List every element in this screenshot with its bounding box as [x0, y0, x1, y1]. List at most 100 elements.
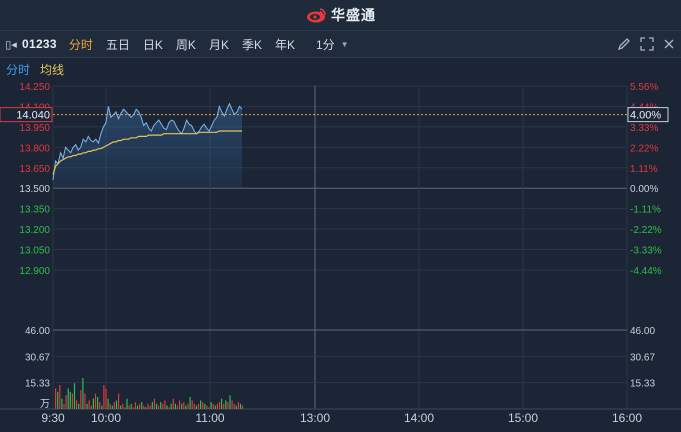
- volume-bar: [147, 403, 149, 409]
- volume-bar: [176, 405, 179, 409]
- volume-bar: [105, 388, 107, 409]
- volume-bar: [76, 400, 78, 409]
- volume-bar: [111, 405, 113, 409]
- tab-weekly-k[interactable]: 周K: [176, 36, 196, 53]
- volume-bar: [132, 407, 134, 409]
- volume-bar: [126, 398, 128, 409]
- legend-average-line: 均线: [40, 63, 65, 77]
- volume-bar: [120, 405, 122, 409]
- tab-five-day[interactable]: 五日: [106, 36, 130, 53]
- pct-tick-label: -3.33%: [630, 246, 662, 257]
- volume-bar: [65, 395, 67, 409]
- volume-unit-label: 万: [40, 399, 50, 410]
- volume-bar: [78, 403, 80, 409]
- volume-bar: [204, 403, 206, 409]
- price-tick-label: 13.050: [19, 246, 50, 257]
- volume-bar: [130, 403, 132, 409]
- volume-bar: [109, 403, 111, 409]
- volume-bar: [118, 393, 120, 409]
- volume-bar: [128, 405, 130, 409]
- tab-intraday[interactable]: 分时: [69, 36, 93, 53]
- volume-bar: [197, 403, 200, 409]
- pct-tick-label: 5.56%: [630, 82, 658, 93]
- time-tick-label: 11:00: [195, 411, 224, 425]
- pct-tick-label: 2.22%: [630, 143, 658, 154]
- volume-bar: [229, 395, 231, 409]
- time-tick-label: 10:00: [91, 411, 121, 425]
- volume-bar: [210, 402, 212, 409]
- chart-canvas: 14.2505.56%14.1004.44%13.9503.33%13.8002…: [0, 78, 681, 432]
- volume-bar: [168, 407, 170, 409]
- pct-tick-label: -4.44%: [630, 266, 662, 277]
- volume-bar: [92, 398, 94, 409]
- price-tick-label: 13.200: [19, 225, 50, 236]
- volume-bar: [200, 400, 202, 409]
- volume-tick-label: 46.00: [25, 326, 50, 337]
- volume-bar: [218, 402, 221, 409]
- tab-daily-k[interactable]: 日K: [143, 36, 163, 53]
- volume-bar: [139, 403, 141, 409]
- volume-bar: [82, 378, 84, 409]
- current-pct-label: 4.00%: [630, 110, 661, 122]
- volume-bar: [183, 402, 185, 409]
- volume-bar: [223, 403, 225, 409]
- volume-bar: [181, 403, 183, 409]
- volume-bar: [67, 388, 69, 409]
- volume-bar: [164, 400, 166, 409]
- brand-logo-icon: [307, 8, 326, 23]
- volume-bar: [80, 390, 82, 409]
- tab-yearly-k[interactable]: 年K: [275, 36, 295, 53]
- volume-bar: [193, 403, 195, 409]
- interval-dropdown[interactable]: 1分 ▼: [316, 36, 349, 53]
- intraday-chart[interactable]: 14.2505.56%14.1004.44%13.9503.33%13.8002…: [0, 78, 681, 432]
- time-tick-label: 15:00: [508, 411, 538, 425]
- expand-icon[interactable]: [640, 37, 654, 51]
- pencil-icon[interactable]: [617, 37, 631, 51]
- time-tick-label: 13:00: [300, 411, 330, 425]
- volume-bar: [57, 391, 59, 409]
- chart-toolbar: ▯◂ 01233 分时 五日 日K 周K 月K 季K 年K 1分 ▼: [0, 30, 681, 58]
- volume-bar: [90, 405, 92, 409]
- volume-bar: [88, 400, 90, 409]
- price-tick-label: 13.800: [19, 143, 50, 154]
- volume-bar: [170, 403, 172, 409]
- volume-bar: [212, 403, 214, 409]
- volume-tick-label-right: 46.00: [630, 326, 655, 337]
- volume-bar: [160, 402, 162, 409]
- volume-bar: [172, 398, 174, 409]
- volume-bar: [233, 403, 235, 409]
- price-tick-label: 13.950: [19, 123, 50, 134]
- price-tick-label: 13.350: [19, 205, 50, 216]
- volume-bar: [122, 403, 124, 409]
- volume-bar: [71, 393, 73, 409]
- volume-bar: [151, 402, 153, 409]
- volume-bar: [206, 405, 208, 409]
- brand: 华盛通: [305, 5, 376, 25]
- close-icon[interactable]: [663, 38, 675, 50]
- time-tick-label: 14:00: [404, 411, 434, 425]
- volume-bar: [185, 405, 187, 409]
- current-price-label: 14.040: [16, 110, 50, 122]
- brand-name: 华盛通: [331, 7, 376, 23]
- tab-monthly-k[interactable]: 月K: [209, 36, 229, 53]
- collapse-panel-button[interactable]: ▯◂: [0, 31, 22, 57]
- pct-tick-label: 0.00%: [630, 184, 658, 195]
- volume-bar: [124, 407, 126, 409]
- time-tick-label: 16:00: [612, 411, 642, 425]
- volume-bar: [86, 403, 88, 409]
- title-bar: 华盛通: [0, 0, 681, 30]
- volume-bar: [158, 405, 160, 409]
- volume-bar: [214, 405, 216, 409]
- time-tick-label: 9:30: [41, 411, 65, 425]
- tab-quarterly-k[interactable]: 季K: [242, 36, 262, 53]
- price-tick-label: 14.250: [19, 82, 50, 93]
- volume-bar: [221, 398, 223, 409]
- volume-bar: [166, 405, 168, 409]
- volume-bar: [237, 402, 239, 409]
- volume-bar: [84, 393, 86, 409]
- volume-bar: [143, 405, 145, 409]
- volume-tick-label: 15.33: [25, 379, 50, 390]
- volume-bar: [225, 400, 227, 409]
- volume-bar: [242, 405, 244, 409]
- price-tick-label: 12.900: [19, 266, 50, 277]
